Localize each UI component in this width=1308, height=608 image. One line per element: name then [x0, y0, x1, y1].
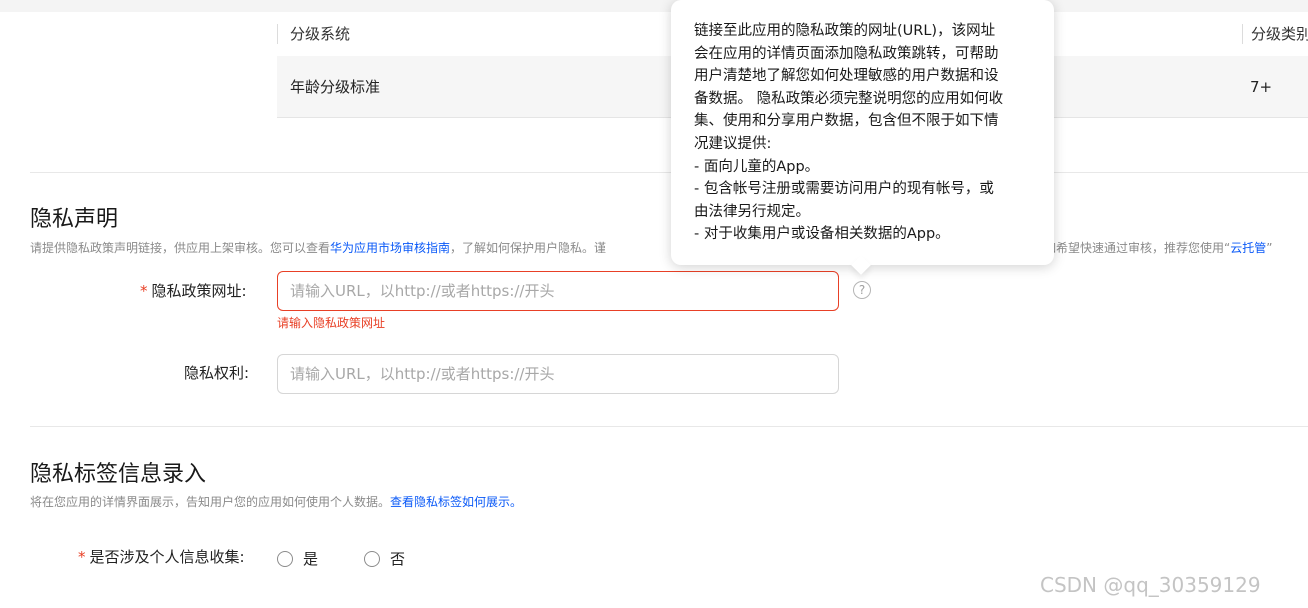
privacy-section-title: 隐私声明 [30, 207, 119, 232]
privacy-section-desc: 请提供隐私政策声明链接，供应用上架审核。您可以查看华为应用市场审核指南，了解如何… [30, 240, 606, 256]
privacy-rights-label: 隐私权利: [184, 364, 250, 382]
required-mark: * [140, 282, 148, 300]
rating-type-header: 分级类别 [1242, 24, 1308, 44]
rating-row-label: 年龄分级标准 [290, 78, 381, 96]
privacy-policy-tooltip: 链接至此应用的隐私政策的网址(URL)，该网址 会在应用的详情页面添加隐私政策跳… [671, 0, 1054, 275]
privacy-label-desc-prefix: 将在您应用的详情界面展示，告知用户您的应用如何使用个人数据。 [30, 495, 391, 509]
privacy-rights-input[interactable] [277, 354, 839, 394]
rating-row-value: 7+ [1250, 78, 1273, 96]
personal-info-collection-label-text: 是否涉及个人信息收集: [89, 548, 245, 566]
privacy-desc-right-prefix: 如希望快速通过审核，推荐您使用“ [1044, 241, 1231, 255]
privacy-desc-right-suffix: ” [1266, 241, 1273, 255]
tooltip-line: 用户清楚地了解您如何处理敏感的用户数据和设 [694, 68, 999, 85]
radio-label-yes: 是 [303, 550, 319, 568]
tooltip-line: 集、使用和分享用户数据，包含但不限于如下情 [694, 113, 999, 130]
radio-circle-icon[interactable] [364, 551, 380, 567]
privacy-policy-url-label-text: 隐私政策网址: [151, 282, 247, 300]
privacy-policy-url-input[interactable] [277, 271, 839, 311]
tooltip-line: - 面向儿童的App。 [694, 158, 820, 175]
tooltip-line: - 对于收集用户或设备相关数据的App。 [694, 226, 950, 243]
help-icon[interactable]: ? [853, 281, 871, 299]
privacy-section-desc-right: 如希望快速通过审核，推荐您使用“云托管” [1044, 240, 1272, 256]
privacy-label-section-title: 隐私标签信息录入 [30, 462, 207, 487]
tooltip-line: 况建议提供: [694, 135, 772, 152]
privacy-desc-prefix: 请提供隐私政策声明链接，供应用上架审核。您可以查看 [30, 241, 331, 255]
radio-option-yes[interactable]: 是 [277, 549, 318, 569]
tooltip-line: - 包含帐号注册或需要访问用户的现有帐号，或 [694, 181, 994, 198]
radio-option-no[interactable]: 否 [364, 549, 405, 569]
radio-label-no: 否 [390, 550, 406, 568]
tooltip-line: 备数据。 隐私政策必须完整说明您的应用如何收 [694, 90, 1004, 107]
radio-circle-icon[interactable] [277, 551, 293, 567]
tooltip-line: 会在应用的详情页面添加隐私政策跳转，可帮助 [694, 45, 999, 62]
view-label-display-link[interactable]: 查看隐私标签如何展示。 [390, 495, 522, 509]
tooltip-arrow [851, 255, 871, 275]
personal-info-collection-label: * 是否涉及个人信息收集: [78, 547, 245, 567]
privacy-policy-url-label: * 隐私政策网址: [140, 281, 247, 301]
privacy-desc-middle: ，了解如何保护用户隐私。谨 [450, 241, 607, 255]
top-strip [0, 0, 1308, 12]
tooltip-line: 链接至此应用的隐私政策的网址(URL)，该网址 [694, 23, 996, 39]
privacy-label-section-desc: 将在您应用的详情界面展示，告知用户您的应用如何使用个人数据。查看隐私标签如何展示… [30, 494, 522, 510]
privacy-policy-url-error: 请输入隐私政策网址 [277, 316, 386, 330]
review-guide-link[interactable]: 华为应用市场审核指南 [330, 241, 450, 255]
required-mark: * [78, 548, 86, 566]
section-divider [30, 426, 1308, 427]
section-divider [30, 172, 1308, 173]
rating-system-header: 分级系统 [277, 24, 350, 44]
tooltip-line: 由法律另行规定。 [694, 203, 810, 220]
watermark: CSDN @qq_30359129 [1040, 573, 1261, 597]
cloud-hosting-link[interactable]: 云托管 [1230, 241, 1266, 255]
